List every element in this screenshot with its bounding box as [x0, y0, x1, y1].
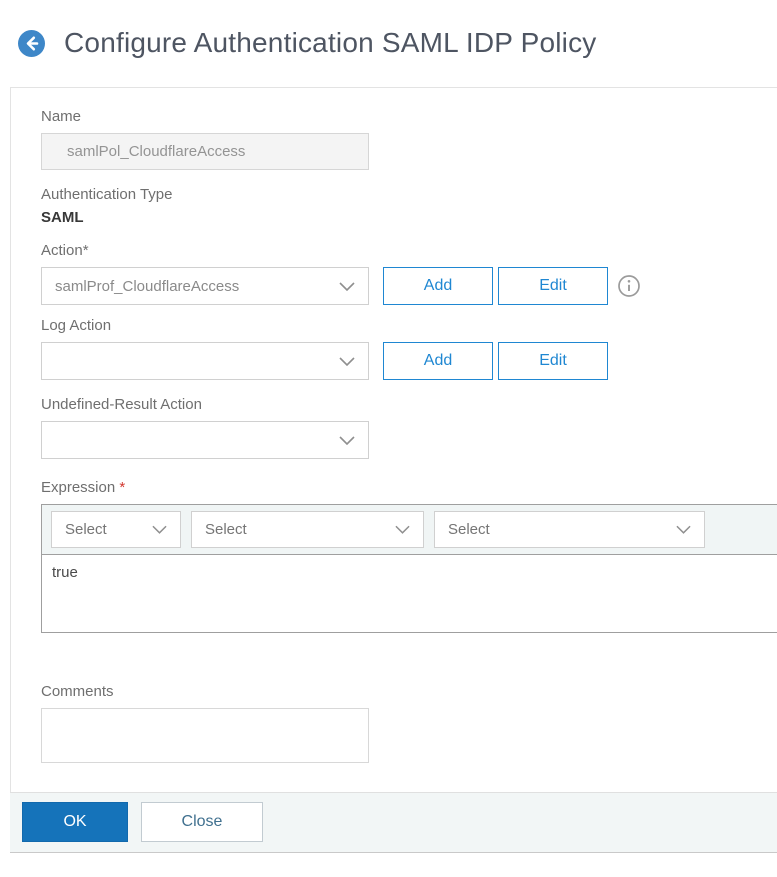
page-header: Configure Authentication SAML IDP Policy: [0, 0, 777, 60]
back-arrow-icon: [18, 29, 45, 57]
undefined-action-label: Undefined-Result Action: [41, 396, 202, 413]
chevron-down-icon: [339, 281, 355, 291]
log-action-field-group: Log Action Add Edit: [41, 317, 777, 380]
action-add-button[interactable]: Add: [383, 267, 493, 305]
undefined-action-field-group: Undefined-Result Action: [41, 396, 777, 459]
undefined-action-select[interactable]: [41, 421, 369, 459]
expression-label: Expression *: [41, 479, 777, 497]
expression-select-1-value: Select: [65, 521, 107, 538]
expression-select-3-value: Select: [448, 521, 490, 538]
expression-editor: Select Select Select true: [41, 504, 777, 633]
action-select-value: samlProf_CloudflareAccess: [55, 277, 240, 295]
required-asterisk: *: [119, 479, 126, 496]
name-input[interactable]: [41, 133, 369, 170]
log-action-label: Log Action: [41, 317, 112, 334]
expression-label-text: Expression: [41, 479, 116, 496]
close-button[interactable]: Close: [141, 802, 263, 842]
chevron-down-icon: [339, 356, 355, 366]
page-title: Configure Authentication SAML IDP Policy: [64, 27, 597, 58]
auth-type-group: Authentication Type SAML: [41, 186, 777, 227]
auth-type-label: Authentication Type: [41, 186, 173, 203]
chevron-down-icon: [339, 435, 355, 445]
expression-select-2-value: Select: [205, 521, 247, 538]
chevron-down-icon: [676, 525, 691, 534]
name-label: Name: [41, 108, 82, 125]
log-action-select[interactable]: [41, 342, 369, 380]
action-label: Action*: [41, 242, 89, 259]
auth-type-value: SAML: [41, 209, 84, 226]
comments-label: Comments: [41, 683, 114, 700]
back-button[interactable]: [18, 29, 45, 57]
info-icon[interactable]: [618, 275, 640, 297]
expression-select-1[interactable]: Select: [51, 511, 181, 548]
name-field-group: Name: [41, 108, 777, 170]
action-select[interactable]: samlProf_CloudflareAccess: [41, 267, 369, 305]
expression-select-3[interactable]: Select: [434, 511, 705, 548]
expression-text-area[interactable]: true: [42, 555, 777, 632]
expression-select-2[interactable]: Select: [191, 511, 424, 548]
action-edit-button[interactable]: Edit: [498, 267, 608, 305]
expression-field-group: Expression * Select Select Select true: [41, 479, 777, 633]
chevron-down-icon: [395, 525, 410, 534]
log-action-edit-button[interactable]: Edit: [498, 342, 608, 380]
comments-field-group: Comments: [41, 683, 777, 768]
ok-button[interactable]: OK: [22, 802, 128, 842]
form-panel: Name Authentication Type SAML Action* sa…: [10, 87, 777, 792]
comments-input[interactable]: [41, 708, 369, 763]
footer-action-bar: OK Close: [10, 792, 777, 853]
log-action-add-button[interactable]: Add: [383, 342, 493, 380]
action-field-group: Action* samlProf_CloudflareAccess Add Ed…: [41, 242, 777, 305]
expression-toolbar: Select Select Select: [42, 505, 777, 555]
chevron-down-icon: [152, 525, 167, 534]
